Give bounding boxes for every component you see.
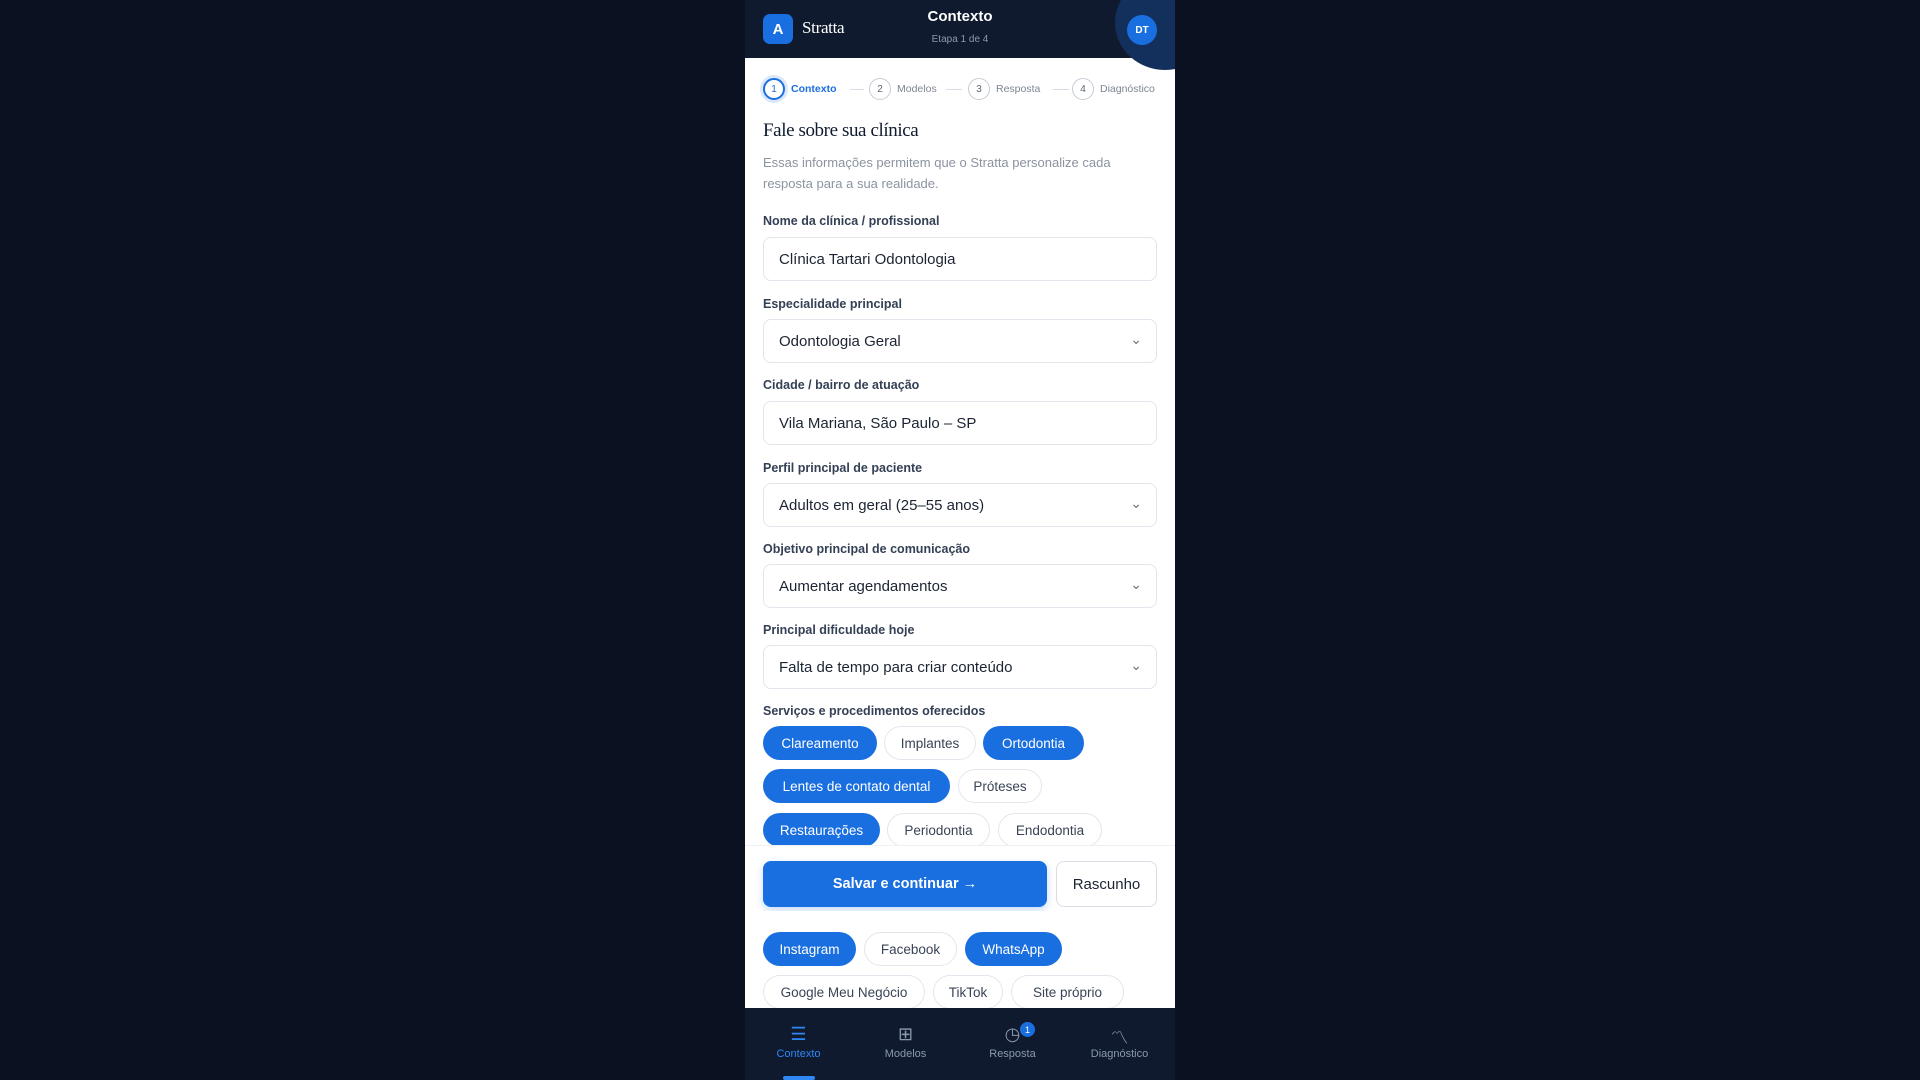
objective-select[interactable]: Aumentar agendamentos ⌄ <box>763 564 1157 608</box>
step-connector <box>946 89 962 90</box>
service-chip-lentes[interactable]: Lentes de contato dental <box>763 769 950 803</box>
service-chip-ortodontia[interactable]: Ortodontia <box>983 726 1084 760</box>
chevron-down-icon: ⌄ <box>1130 657 1142 673</box>
notification-badge: 1 <box>1019 1021 1036 1038</box>
step-connector <box>1053 89 1069 90</box>
app-screen: A Stratta Contexto Etapa 1 de 4 DT 1 Con… <box>745 0 1175 1080</box>
step-label: Modelos <box>897 83 937 95</box>
step-resposta[interactable]: 3 Resposta <box>968 76 1040 102</box>
channel-chip-google[interactable]: Google Meu Negócio <box>763 975 925 1008</box>
objective-value: Aumentar agendamentos <box>779 578 948 595</box>
grid-icon: ⊞ <box>897 1024 914 1044</box>
chevron-down-icon: ⌄ <box>1130 331 1142 347</box>
channel-chip-tiktok[interactable]: TikTok <box>933 975 1003 1008</box>
menu-lines-icon: ☰ <box>790 1024 807 1044</box>
city-input[interactable]: Vila Mariana, São Paulo – SP <box>763 401 1157 445</box>
service-chip-implantes[interactable]: Implantes <box>884 726 976 760</box>
difficulty-value: Falta de tempo para criar conteúdo <box>779 659 1013 676</box>
form-scroll-area[interactable]: Fale sobre sua clínica Essas informações… <box>745 110 1175 845</box>
clinic-name-label: Nome da clínica / profissional <box>763 214 940 228</box>
clinic-name-input[interactable]: Clínica Tartari Odontologia <box>763 237 1157 281</box>
services-label: Serviços e procedimentos oferecidos <box>763 704 986 718</box>
service-chip-clareamento[interactable]: Clareamento <box>763 726 877 760</box>
nav-label: Resposta <box>989 1048 1036 1060</box>
patient-profile-value: Adultos em geral (25–55 anos) <box>779 497 985 514</box>
channel-chip-site[interactable]: Site próprio <box>1011 975 1124 1008</box>
channels-section: Instagram Facebook WhatsApp Google Meu N… <box>745 911 1175 1008</box>
step-label: Resposta <box>996 83 1041 95</box>
trend-icon: 〽 <box>1110 1028 1129 1048</box>
specialty-value: Odontologia Geral <box>779 333 901 350</box>
nav-contexto[interactable]: ☰ Contexto <box>745 1008 852 1080</box>
clinic-name-value: Clínica Tartari Odontologia <box>779 251 956 268</box>
difficulty-select[interactable]: Falta de tempo para criar conteúdo ⌄ <box>763 645 1157 689</box>
screen-subtitle: Etapa 1 de 4 <box>931 34 989 45</box>
channel-chip-instagram[interactable]: Instagram <box>763 932 856 966</box>
difficulty-label: Principal dificuldade hoje <box>763 623 915 637</box>
bottom-navigation: ☰ Contexto ⊞ Modelos ◷ 1 Resposta 〽 Diag… <box>745 1008 1175 1080</box>
step-label: Diagnóstico <box>1100 83 1155 95</box>
city-label: Cidade / bairro de atuação <box>763 378 920 392</box>
save-continue-button[interactable]: Salvar e continuar → <box>763 861 1047 907</box>
channel-chip-whatsapp[interactable]: WhatsApp <box>965 932 1062 966</box>
nav-label: Diagnóstico <box>1090 1048 1149 1060</box>
service-chip-periodontia[interactable]: Periodontia <box>887 813 990 845</box>
nav-label: Modelos <box>884 1048 927 1060</box>
page-description: Essas informações permitem que o Stratta… <box>763 155 1111 191</box>
step-number: 1 <box>763 78 785 100</box>
draft-button[interactable]: Rascunho <box>1056 861 1157 907</box>
patient-profile-select[interactable]: Adultos em geral (25–55 anos) ⌄ <box>763 483 1157 527</box>
patient-profile-label: Perfil principal de paciente <box>763 461 923 475</box>
channel-chip-facebook[interactable]: Facebook <box>864 932 957 966</box>
step-number: 3 <box>968 78 990 100</box>
clock-icon: ◷ <box>1004 1024 1021 1044</box>
progress-stepper: 1 Contexto 2 Modelos 3 Resposta 4 Diagnó… <box>763 76 1163 102</box>
step-modelos[interactable]: 2 Modelos <box>869 76 937 102</box>
top-bar: A Stratta Contexto Etapa 1 de 4 DT <box>745 0 1175 70</box>
step-diagnostico[interactable]: 4 Diagnóstico <box>1072 76 1155 102</box>
action-bar: Salvar e continuar → Rascunho <box>745 845 1175 912</box>
service-chip-endodontia[interactable]: Endodontia <box>998 813 1102 845</box>
step-connector <box>850 89 864 90</box>
chevron-down-icon: ⌄ <box>1130 576 1142 592</box>
service-chip-proteses[interactable]: Próteses <box>958 769 1042 803</box>
screen-title: Contexto <box>927 8 993 25</box>
objective-label: Objetivo principal de comunicação <box>763 542 970 556</box>
service-chip-restauracoes[interactable]: Restaurações <box>763 813 880 845</box>
active-indicator <box>783 1076 815 1080</box>
nav-resposta[interactable]: ◷ 1 Resposta <box>959 1008 1066 1080</box>
step-contexto[interactable]: 1 Contexto <box>763 76 837 102</box>
page-title: Fale sobre sua clínica <box>763 120 919 141</box>
step-number: 2 <box>869 78 891 100</box>
nav-modelos[interactable]: ⊞ Modelos <box>852 1008 959 1080</box>
city-value: Vila Mariana, São Paulo – SP <box>779 415 977 432</box>
step-label: Contexto <box>791 83 837 95</box>
specialty-select[interactable]: Odontologia Geral ⌄ <box>763 319 1157 363</box>
nav-label: Contexto <box>776 1048 821 1060</box>
chevron-down-icon: ⌄ <box>1130 495 1142 511</box>
step-number: 4 <box>1072 78 1094 100</box>
specialty-label: Especialidade principal <box>763 297 902 311</box>
avatar[interactable]: DT <box>1127 15 1157 45</box>
nav-diagnostico[interactable]: 〽 Diagnóstico <box>1066 1008 1173 1080</box>
